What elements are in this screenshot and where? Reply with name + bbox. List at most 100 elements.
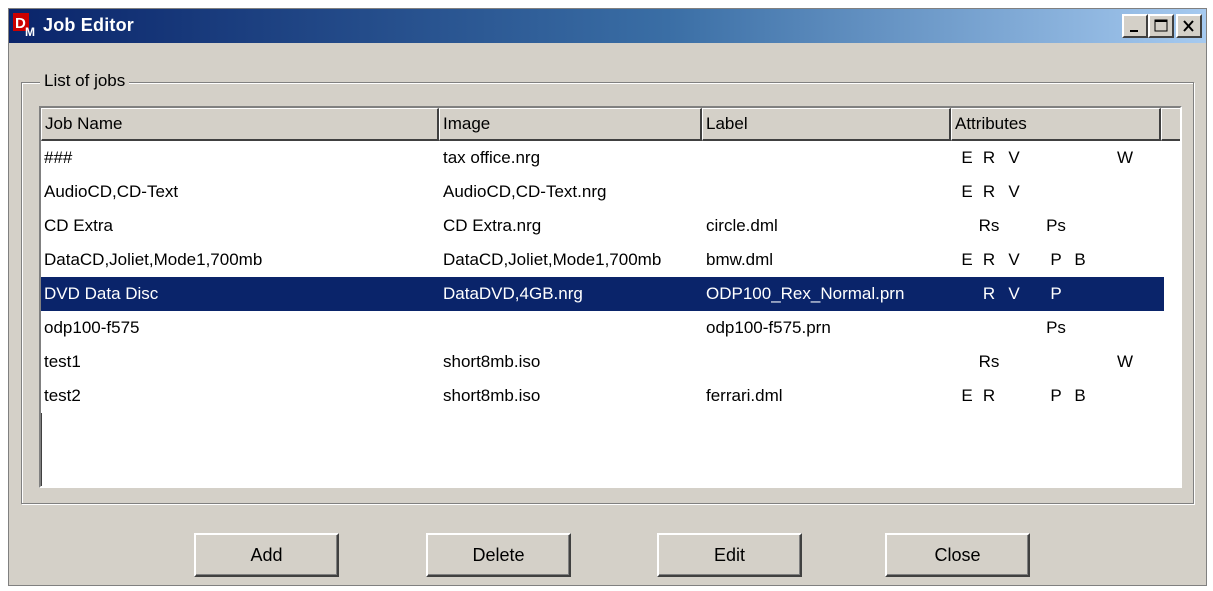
attribute-r-cell: R [982, 148, 996, 167]
attribute-r-cell: R [982, 284, 996, 303]
table-row[interactable]: DataCD,Joliet,Mode1,700mb DataCD,Joliet,M… [41, 243, 1164, 277]
attribute-e-cell: E [961, 250, 973, 269]
table-row[interactable]: odp100-f575 odp100-f575.prn Ps [41, 311, 1164, 345]
edit-button[interactable]: Edit [657, 533, 802, 577]
app-icon: D M [13, 13, 35, 37]
label-cell [706, 175, 956, 209]
column-header-job-name[interactable]: Job Name [41, 108, 439, 141]
attribute-b-cell: B [1074, 250, 1086, 269]
image-cell: DataDVD,4GB.nrg [443, 284, 583, 303]
column-header-image[interactable]: Image [439, 108, 702, 141]
label-cell: ODP100_Rex_Normal.prn [706, 284, 905, 303]
svg-text:M: M [25, 25, 35, 37]
attribute-e-cell: E [961, 182, 973, 201]
job-editor-window: D M Job Editor List of jobs Job Name Ima… [8, 8, 1207, 586]
label-cell: bmw.dml [706, 250, 774, 269]
attribute-r-cell: R [982, 250, 996, 269]
minimize-button[interactable] [1122, 14, 1148, 38]
image-cell: DataCD,Joliet,Mode1,700mb [443, 250, 662, 269]
list-header: Job Name Image Label Attributes [41, 108, 1180, 141]
attribute-v-cell: V [1008, 284, 1020, 303]
add-button[interactable]: Add [194, 533, 339, 577]
close-icon [1183, 20, 1194, 32]
attribute-v-cell: V [1008, 148, 1020, 167]
attribute-p-cell [1044, 175, 1068, 209]
attribute-v-cell [1002, 345, 1026, 379]
attribute-w-cell [1113, 311, 1137, 345]
table-row[interactable]: test1 short8mb.iso Rs W [41, 345, 1164, 379]
attribute-b-cell [1068, 209, 1092, 243]
image-cell: AudioCD,CD-Text.nrg [443, 182, 607, 201]
attribute-e-cell [955, 209, 979, 243]
jobs-list[interactable]: Job Name Image Label Attributes ### tax o… [39, 106, 1182, 488]
label-cell: odp100-f575.prn [706, 318, 831, 337]
attribute-p-cell: P [1050, 386, 1062, 405]
title-bar[interactable]: D M Job Editor [9, 9, 1206, 43]
job-name-cell: ### [44, 148, 73, 167]
attribute-v-cell [1002, 379, 1026, 413]
attribute-b-cell [1068, 311, 1092, 345]
close-button[interactable]: Close [885, 533, 1030, 577]
label-cell: ferrari.dml [706, 386, 783, 405]
table-row[interactable]: ### tax office.nrg E R V W [41, 141, 1164, 175]
table-row[interactable]: AudioCD,CD-Text AudioCD,CD-Text.nrg E R V [41, 175, 1164, 209]
attribute-w-cell [1113, 379, 1137, 413]
attribute-p-cell: Ps [1046, 216, 1066, 235]
group-label: List of jobs [40, 71, 130, 91]
attribute-v-cell [1002, 209, 1026, 243]
attribute-b-cell [1068, 345, 1092, 379]
maximize-icon [1154, 19, 1168, 32]
label-cell [706, 141, 956, 175]
minimize-icon [1130, 30, 1138, 32]
table-row[interactable]: test2 short8mb.iso ferrari.dml E R P B [41, 379, 1164, 413]
attribute-w-cell: W [1116, 148, 1134, 167]
attribute-w-cell [1113, 243, 1137, 277]
job-name-cell: CD Extra [44, 216, 113, 235]
image-cell: short8mb.iso [443, 386, 541, 405]
attribute-v-cell: V [1008, 250, 1020, 269]
attribute-e-cell: E [961, 148, 973, 167]
delete-button[interactable]: Delete [426, 533, 571, 577]
attribute-v-cell [1002, 311, 1026, 345]
attribute-p-cell: Ps [1046, 318, 1066, 337]
column-header-label[interactable]: Label [702, 108, 951, 141]
attribute-w-cell [1113, 175, 1137, 209]
attribute-p-cell [1044, 345, 1068, 379]
job-name-cell: DVD Data Disc [44, 284, 159, 303]
image-cell: tax office.nrg [443, 148, 541, 167]
attribute-b-cell: B [1074, 386, 1086, 405]
image-cell: short8mb.iso [443, 352, 541, 371]
attribute-w-cell [1113, 209, 1137, 243]
attribute-r-cell: Rs [978, 352, 1000, 371]
job-name-cell: odp100-f575 [44, 318, 140, 337]
attribute-r-cell [977, 311, 1001, 345]
attribute-b-cell [1068, 141, 1092, 175]
table-row[interactable]: CD Extra CD Extra.nrg circle.dml Rs Ps [41, 209, 1164, 243]
attribute-e-cell: E [961, 386, 973, 405]
attribute-b-cell [1068, 277, 1092, 311]
image-cell: CD Extra.nrg [443, 216, 542, 235]
attribute-w-cell: W [1116, 352, 1134, 371]
attribute-p-cell: P [1050, 284, 1062, 303]
attribute-r-cell: Rs [978, 216, 1000, 235]
maximize-button[interactable] [1148, 14, 1174, 38]
attribute-e-cell [955, 311, 979, 345]
attribute-r-cell: R [982, 386, 996, 405]
close-window-button[interactable] [1176, 14, 1202, 38]
label-cell: circle.dml [706, 216, 778, 235]
job-name-cell: DataCD,Joliet,Mode1,700mb [44, 250, 263, 269]
window-title: Job Editor [43, 15, 134, 35]
job-name-cell: test1 [44, 352, 81, 371]
attribute-e-cell [955, 277, 979, 311]
attribute-v-cell: V [1008, 182, 1020, 201]
column-header-attributes[interactable]: Attributes [951, 108, 1161, 141]
attribute-r-cell: R [982, 182, 996, 201]
table-row[interactable]: DVD Data Disc DataDVD,4GB.nrg ODP100_Rex_N… [41, 277, 1164, 311]
attribute-p-cell [1044, 141, 1068, 175]
image-cell [443, 311, 705, 345]
column-header-filler [1161, 108, 1180, 141]
job-name-cell: test2 [44, 386, 81, 405]
job-name-cell: AudioCD,CD-Text [44, 182, 179, 201]
attribute-w-cell [1113, 277, 1137, 311]
attribute-e-cell [955, 345, 979, 379]
